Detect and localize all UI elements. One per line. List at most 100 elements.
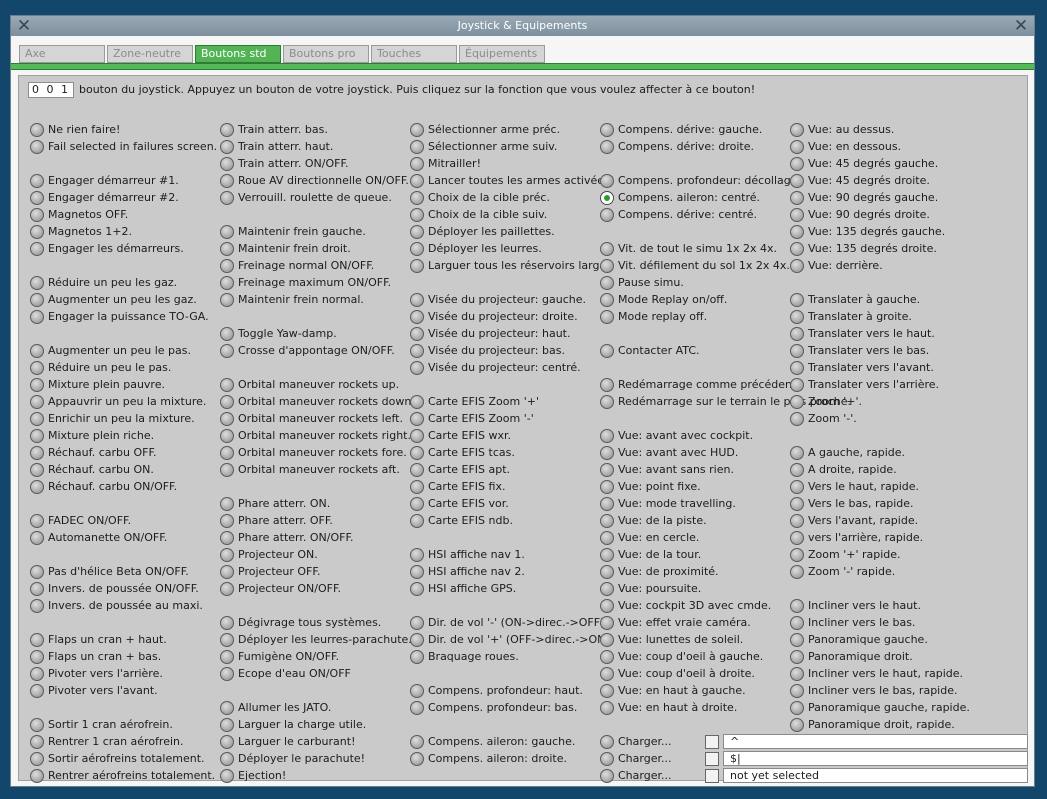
radio-button[interactable] [790,701,804,715]
function-option[interactable]: Invers. de poussée ON/OFF. [30,580,199,597]
radio-button[interactable] [30,225,44,239]
radio-button[interactable] [30,463,44,477]
radio-button[interactable] [600,259,614,273]
function-option[interactable]: Projecteur ON/OFF. [220,580,341,597]
radio-button[interactable] [220,633,234,647]
radio-button[interactable] [30,718,44,732]
radio-button[interactable] [30,565,44,579]
function-option[interactable]: HSI affiche GPS. [410,580,516,597]
radio-button[interactable] [790,208,804,222]
radio-button[interactable] [220,701,234,715]
function-option[interactable]: Visée du projecteur: haut. [410,325,571,342]
function-option[interactable]: Train atterr. bas. [220,121,328,138]
radio-button[interactable] [30,378,44,392]
function-option[interactable]: Orbital maneuver rockets right. [220,427,411,444]
radio-button[interactable] [600,395,614,409]
function-option[interactable]: Larguer le carburant! [220,733,355,750]
function-option[interactable]: Mixture plein riche. [30,427,154,444]
function-option[interactable]: Vue: 45 degrés gauche. [790,155,938,172]
radio-button[interactable] [220,582,234,596]
function-option[interactable]: Compens. dérive: centré. [600,206,757,223]
function-option[interactable]: Mode Replay on/off. [600,291,727,308]
function-option[interactable]: Translater vers l'avant. [790,359,934,376]
function-option[interactable]: Visée du projecteur: centré. [410,359,581,376]
radio-button[interactable] [410,157,424,171]
function-option[interactable]: Invers. de poussée au maxi. [30,597,203,614]
radio-button[interactable] [410,293,424,307]
radio-button[interactable] [30,480,44,494]
radio-button[interactable] [30,140,44,154]
function-option[interactable]: Vue: de la piste. [600,512,707,529]
tab-boutons-pro[interactable]: Boutons pro [283,45,369,63]
function-option[interactable]: Zoom '-' rapide. [790,563,895,580]
radio-button[interactable] [790,446,804,460]
radio-button[interactable] [790,361,804,375]
radio-button[interactable] [30,429,44,443]
function-option[interactable]: Vue: lunettes de soleil. [600,631,743,648]
radio-button[interactable] [410,327,424,341]
radio-button[interactable] [790,344,804,358]
radio-button[interactable] [600,293,614,307]
radio-button[interactable] [790,157,804,171]
radio-button[interactable] [410,208,424,222]
radio-button[interactable] [220,395,234,409]
radio-button[interactable] [600,429,614,443]
radio-button[interactable] [410,242,424,256]
radio-button[interactable] [30,191,44,205]
radio-button[interactable] [410,684,424,698]
function-option[interactable]: Réchauf. carbu OFF. [30,444,157,461]
radio-button[interactable] [600,463,614,477]
function-option[interactable]: Vue: de proximité. [600,563,719,580]
function-option[interactable]: Charger... [600,733,671,750]
function-option[interactable]: Vue: 90 degrés gauche. [790,189,938,206]
function-option[interactable]: Fail selected in failures screen. [30,138,217,155]
function-option[interactable]: Vers le bas, rapide. [790,495,914,512]
button-number-field[interactable]: 0 0 1 [28,82,74,98]
radio-button[interactable] [410,497,424,511]
function-option[interactable]: Vers l'avant, rapide. [790,512,918,529]
function-option[interactable]: Braquage roues. [410,648,519,665]
function-option[interactable]: Rentrer 1 cran aérofrein. [30,733,184,750]
radio-button[interactable] [600,174,614,188]
function-option[interactable]: Compens. aileron: droite. [410,750,567,767]
radio-button[interactable] [220,667,234,681]
radio-button[interactable] [220,259,234,273]
radio-button[interactable] [600,616,614,630]
load-path-field[interactable]: not yet selected [723,768,1028,783]
radio-button[interactable] [220,565,234,579]
function-option[interactable]: A droite, rapide. [790,461,897,478]
radio-button[interactable] [220,718,234,732]
radio-button[interactable] [30,650,44,664]
radio-button[interactable] [600,310,614,324]
function-option[interactable]: Orbital maneuver rockets up. [220,376,399,393]
function-option[interactable]: Vue: avant sans rien. [600,461,734,478]
radio-button[interactable] [790,174,804,188]
radio-button[interactable] [30,582,44,596]
function-option[interactable]: Incliner vers le haut, rapide. [790,665,963,682]
radio-button[interactable] [410,191,424,205]
function-option[interactable]: Panoramique droit. [790,648,913,665]
radio-button[interactable] [30,531,44,545]
function-option[interactable]: Ejection! [220,767,286,784]
radio-button[interactable] [220,650,234,664]
function-option[interactable]: Carte EFIS vor. [410,495,509,512]
function-option[interactable]: Sortir aérofreins totalement. [30,750,205,767]
function-option[interactable]: Engager démarreur #2. [30,189,179,206]
radio-button[interactable] [790,412,804,426]
function-option[interactable]: Compens. profondeur: haut. [410,682,583,699]
function-option[interactable]: Engager démarreur #1. [30,172,179,189]
radio-button[interactable] [790,633,804,647]
radio-button[interactable] [600,667,614,681]
load-path-field[interactable]: $| [723,751,1028,766]
tab-touches[interactable]: Touches [371,45,457,63]
radio-button[interactable] [600,531,614,545]
radio-button[interactable] [220,140,234,154]
function-option[interactable]: Réduire un peu le pas. [30,359,171,376]
radio-button[interactable] [790,242,804,256]
function-option[interactable]: Carte EFIS fix. [410,478,505,495]
function-option[interactable]: Zoom '+' rapide. [790,546,901,563]
radio-button[interactable] [600,548,614,562]
function-option[interactable]: A gauche, rapide. [790,444,905,461]
radio-button[interactable] [600,565,614,579]
radio-button[interactable] [220,344,234,358]
